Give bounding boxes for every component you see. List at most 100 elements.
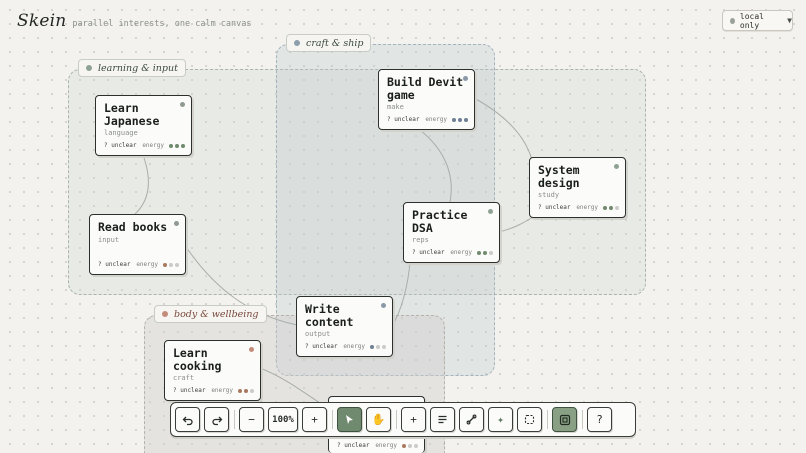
energy-dot-icon [615,205,619,210]
toolbar-divider [547,410,548,429]
card-status: ? unclear [104,142,137,149]
toolbar-divider [396,410,397,429]
energy-dot-icon [452,117,456,122]
zoom-in-button[interactable]: + [302,407,327,432]
group-label-craft[interactable]: craft & ship [286,34,372,52]
cursor-icon [346,415,353,424]
energy-dot-icon [169,143,173,148]
toolbar-divider [234,410,235,429]
undo-icon [182,416,193,425]
energy-dot-icon [175,262,179,267]
energy-meter: energy [425,116,468,123]
card-learn-japanese[interactable]: Learn Japanese language ? unclear energy [95,95,192,156]
app-tagline: parallel interests, one calm canvas [72,19,252,29]
card-footer: ? unclear energy [104,142,185,149]
card-tag: study [538,191,560,199]
energy-dot-icon [603,205,607,210]
energy-meter: energy [211,387,254,394]
energy-dot-icon [489,250,493,255]
energy-meter: energy [375,442,418,449]
card-tag: craft [173,374,195,382]
energy-dot-icon [483,250,487,255]
energy-dot-icon [376,344,380,349]
card-system-design[interactable]: System design study ? unclear energy [529,157,626,218]
card-title: Read books [98,220,168,234]
energy-meter: energy [450,249,493,256]
card-title: Build Devit game [387,75,464,102]
status-dot-icon [730,17,735,24]
card-learn-cooking[interactable]: Learn cooking craft ? unclear energy [164,340,261,401]
question-icon: ? [596,413,603,426]
card-status: ? unclear [538,204,571,211]
energy-meter: energy [343,343,386,350]
sparkle-icon: ✦ [497,413,504,426]
connect-button[interactable] [459,407,484,432]
card-status: ? unclear [305,343,338,350]
add-card-button[interactable]: + [401,407,426,432]
energy-dot-icon [250,388,254,393]
select-tool-button[interactable] [337,407,362,432]
undo-button[interactable] [175,407,200,432]
storage-mode-select[interactable]: local only ▼ [722,10,793,31]
card-title: System design [538,163,580,190]
energy-dot-icon [609,205,613,210]
energy-dot-icon [169,262,173,267]
plus-icon: + [410,413,417,426]
card-status: ? unclear [173,387,206,394]
zoom-reset-button[interactable]: 100% [268,407,298,432]
card-tag: output [305,330,331,338]
card-status: ? unclear [98,261,131,268]
group-label-text: learning & input [98,62,178,74]
energy-meter: energy [136,261,179,268]
card-read-books[interactable]: Read books input ? unclear energy [89,214,186,275]
group-button[interactable] [517,407,542,432]
card-tag: make [387,103,404,111]
group-label-body[interactable]: body & wellbeing [154,305,267,323]
card-status: ? unclear [412,249,445,256]
caret-down-icon: ▼ [787,16,792,25]
card-title: Learn Japanese [104,101,160,128]
group-dot-icon [86,65,92,71]
card-build-devit-game[interactable]: Build Devit game make ? unclear energy [378,69,475,130]
group-label-text: craft & ship [306,37,364,49]
group-dot-icon [294,40,300,46]
card-status-dot-icon [488,209,493,214]
energy-dot-icon [477,250,481,255]
energy-dot-icon [181,143,185,148]
energy-dot-icon [382,344,386,349]
card-practice-dsa[interactable]: Practice DSA reps ? unclear energy [403,202,500,263]
energy-dot-icon [244,388,248,393]
energy-dot-icon [414,443,418,448]
energy-dot-icon [175,143,179,148]
energy-dot-icon [458,117,462,122]
focus-button[interactable] [552,407,577,432]
storage-mode-label: local only [739,11,764,30]
card-status-dot-icon [381,303,386,308]
card-status-dot-icon [463,76,468,81]
redo-button[interactable] [204,407,229,432]
brand: Skein parallel interests, one calm canva… [17,11,252,31]
card-title: Write content [305,302,354,329]
group-label-learning[interactable]: learning & input [78,59,186,77]
card-status: ? unclear [337,442,370,449]
card-tag: reps [412,236,429,244]
bottom-toolbar: − 100% + ✋ + ✦ ? [170,402,636,437]
energy-dot-icon [408,443,412,448]
card-footer: ? unclear energy [173,387,254,394]
sparkle-button[interactable]: ✦ [488,407,513,432]
help-button[interactable]: ? [587,407,612,432]
card-tag: language [104,129,138,137]
zoom-out-button[interactable]: − [239,407,264,432]
energy-dot-icon [402,443,406,448]
energy-dot-icon [464,117,468,122]
card-write-content[interactable]: Write content output ? unclear energy [296,296,393,357]
toolbar-divider [332,410,333,429]
pan-tool-button[interactable]: ✋ [366,407,391,432]
add-note-button[interactable] [430,407,455,432]
card-footer: ? unclear energy [387,116,468,123]
card-footer: ? unclear energy [98,261,179,268]
redo-icon [211,416,222,425]
group-dot-icon [162,311,168,317]
card-title: Learn cooking [173,346,222,373]
hand-icon: ✋ [371,413,386,426]
